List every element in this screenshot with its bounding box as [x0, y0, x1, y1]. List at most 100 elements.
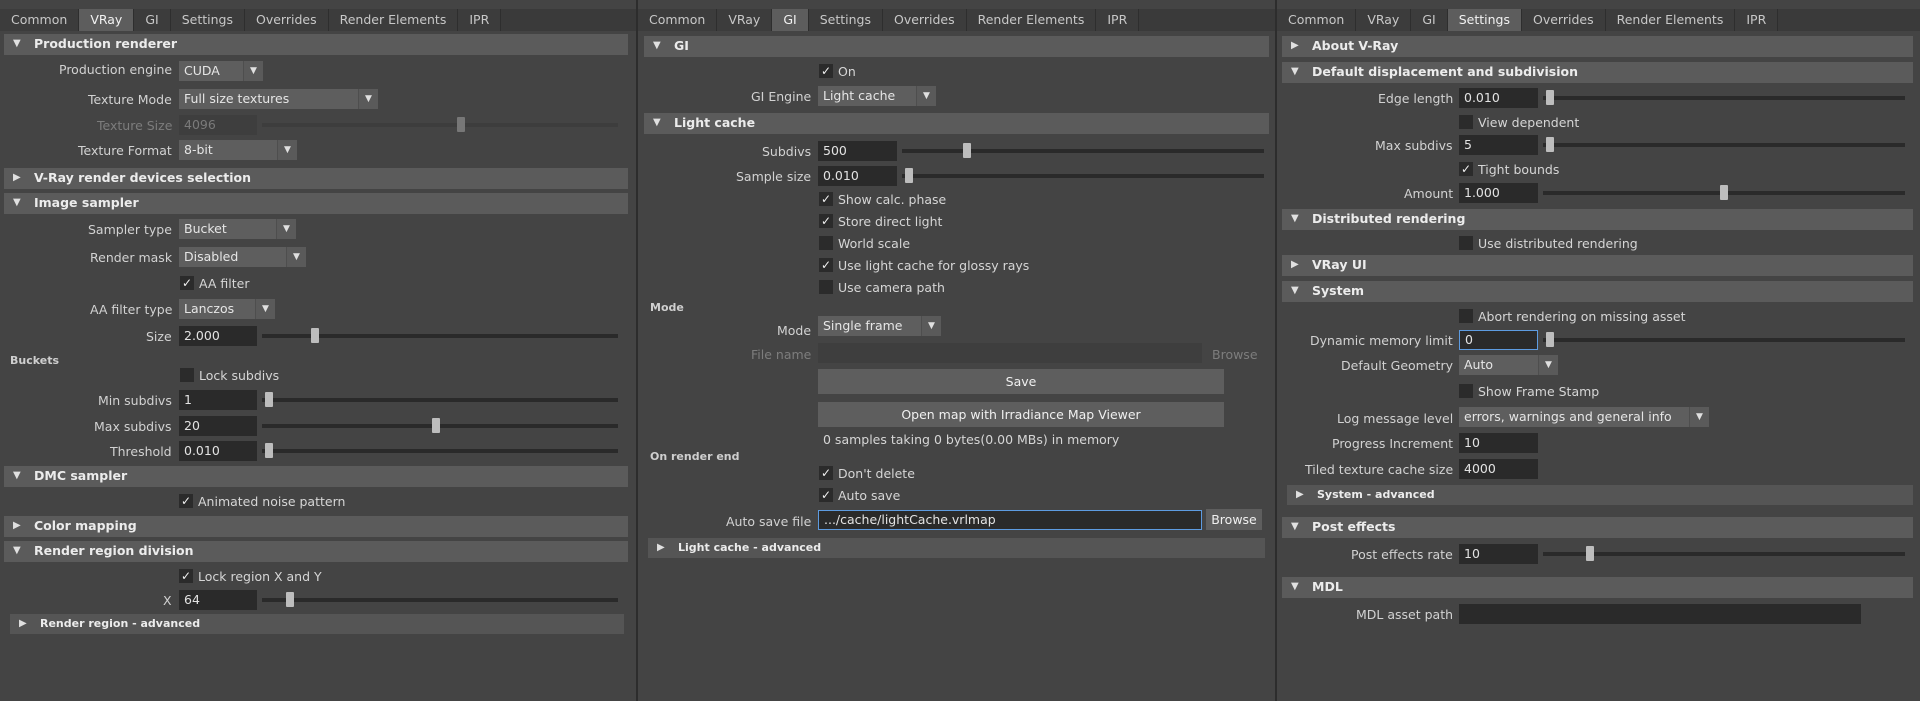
size-field[interactable]: 2.000: [179, 326, 257, 346]
amount-field[interactable]: 1.000: [1459, 183, 1538, 203]
mdl-asset-path-field[interactable]: [1459, 604, 1861, 624]
tab-gi[interactable]: GI: [134, 9, 171, 31]
edge-length-slider[interactable]: [1543, 90, 1905, 105]
x-slider[interactable]: [262, 592, 618, 607]
gi-engine-dropdown[interactable]: Light cache ▼: [818, 86, 936, 106]
section-mdl[interactable]: ▼ MDL: [1282, 577, 1913, 598]
save-button[interactable]: Save: [818, 369, 1224, 394]
texture-format-dropdown[interactable]: 8-bit ▼: [179, 140, 297, 160]
tab-gi[interactable]: GI: [1411, 9, 1448, 31]
section-image-sampler[interactable]: ▼ Image sampler: [4, 193, 628, 214]
slider-thumb[interactable]: [1546, 332, 1555, 347]
log-level-dropdown[interactable]: errors, warnings and general info ▼: [1459, 407, 1709, 427]
sampler-type-dropdown[interactable]: Bucket ▼: [179, 219, 296, 239]
tab-ipr[interactable]: IPR: [458, 9, 502, 31]
sample-size-slider[interactable]: [902, 168, 1264, 183]
tab-ipr[interactable]: IPR: [1096, 9, 1140, 31]
tab-overrides[interactable]: Overrides: [1522, 9, 1606, 31]
use-glossy-checkbox[interactable]: ✓: [819, 258, 833, 272]
section-vray-ui[interactable]: ▶ VRay UI: [1282, 255, 1913, 276]
edge-length-field[interactable]: 0.010: [1459, 88, 1538, 108]
slider-thumb[interactable]: [1720, 185, 1728, 200]
section-system-advanced[interactable]: ▶ System - advanced: [1287, 485, 1913, 505]
section-light-cache-advanced[interactable]: ▶ Light cache - advanced: [648, 538, 1265, 558]
dynamic-memory-field[interactable]: 0: [1459, 330, 1538, 350]
show-frame-stamp-checkbox[interactable]: [1459, 384, 1473, 398]
section-render-region-advanced[interactable]: ▶ Render region - advanced: [10, 614, 624, 634]
abort-missing-checkbox[interactable]: [1459, 309, 1473, 323]
lock-subdivs-checkbox[interactable]: [180, 368, 194, 382]
open-map-viewer-button[interactable]: Open map with Irradiance Map Viewer: [818, 402, 1224, 427]
section-system[interactable]: ▼ System: [1282, 281, 1913, 302]
default-geometry-dropdown[interactable]: Auto ▼: [1459, 355, 1558, 375]
min-subdivs-slider[interactable]: [262, 392, 618, 407]
slider-thumb[interactable]: [311, 328, 320, 343]
tab-render-elements[interactable]: Render Elements: [966, 9, 1097, 31]
tab-ipr[interactable]: IPR: [1735, 9, 1779, 31]
tab-settings[interactable]: Settings: [170, 9, 245, 31]
slider-thumb[interactable]: [963, 143, 972, 158]
dynamic-memory-slider[interactable]: [1543, 332, 1905, 347]
browse-button[interactable]: Browse: [1206, 509, 1262, 530]
slider-thumb[interactable]: [1546, 90, 1555, 105]
section-devices[interactable]: ▶ V-Ray render devices selection: [4, 168, 628, 189]
animated-noise-checkbox[interactable]: ✓: [179, 494, 193, 508]
tab-common[interactable]: Common: [0, 9, 80, 31]
max-subdivs-slider[interactable]: [1543, 137, 1905, 152]
max-subdivs-slider[interactable]: [262, 418, 618, 433]
gi-on-checkbox[interactable]: ✓: [819, 64, 833, 78]
slider-thumb[interactable]: [1546, 137, 1555, 152]
slider-thumb[interactable]: [457, 117, 466, 132]
section-dmc-sampler[interactable]: ▼ DMC sampler: [4, 466, 628, 487]
slider-thumb[interactable]: [905, 168, 914, 183]
file-name-field[interactable]: [818, 343, 1202, 363]
x-field[interactable]: 64: [179, 590, 257, 610]
production-engine-dropdown[interactable]: CUDA ▼: [179, 61, 263, 81]
auto-save-file-field[interactable]: .../cache/lightCache.vrlmap: [818, 510, 1202, 530]
tight-bounds-checkbox[interactable]: ✓: [1459, 162, 1473, 176]
slider-thumb[interactable]: [432, 418, 441, 433]
texture-size-field[interactable]: 4096: [179, 115, 257, 135]
tab-settings[interactable]: Settings: [808, 9, 883, 31]
slider-thumb[interactable]: [265, 392, 274, 407]
slider-thumb[interactable]: [265, 443, 274, 458]
tab-common[interactable]: Common: [1277, 9, 1357, 31]
aa-filter-type-dropdown[interactable]: Lanczos ▼: [179, 299, 275, 319]
slider-thumb[interactable]: [286, 592, 295, 607]
auto-save-checkbox[interactable]: ✓: [819, 488, 833, 502]
mode-dropdown[interactable]: Single frame ▼: [818, 316, 941, 336]
browse-disabled-button[interactable]: Browse: [1212, 347, 1258, 362]
threshold-slider[interactable]: [262, 443, 618, 458]
section-production-renderer[interactable]: ▼ Production renderer: [4, 34, 628, 55]
post-effects-rate-slider[interactable]: [1543, 546, 1905, 561]
threshold-field[interactable]: 0.010: [179, 441, 257, 461]
render-mask-dropdown[interactable]: Disabled ▼: [179, 247, 306, 267]
max-subdivs-field[interactable]: 5: [1459, 135, 1538, 155]
tab-gi[interactable]: GI: [772, 9, 809, 31]
section-default-displacement[interactable]: ▼ Default displacement and subdivision: [1282, 62, 1913, 83]
section-gi[interactable]: ▼ GI: [644, 36, 1269, 57]
subdivs-slider[interactable]: [902, 143, 1264, 158]
lock-region-checkbox[interactable]: ✓: [179, 569, 193, 583]
section-post-effects[interactable]: ▼ Post effects: [1282, 517, 1913, 538]
subdivs-field[interactable]: 500: [818, 141, 897, 161]
tab-settings[interactable]: Settings: [1447, 9, 1522, 31]
section-render-region-division[interactable]: ▼ Render region division: [4, 541, 628, 562]
section-light-cache[interactable]: ▼ Light cache: [644, 113, 1269, 134]
progress-increment-field[interactable]: 10: [1459, 433, 1538, 453]
use-distributed-checkbox[interactable]: [1459, 236, 1473, 250]
tab-render-elements[interactable]: Render Elements: [1605, 9, 1736, 31]
tiled-cache-field[interactable]: 4000: [1459, 459, 1538, 479]
section-about-vray[interactable]: ▶ About V-Ray: [1282, 36, 1913, 57]
post-effects-rate-field[interactable]: 10: [1459, 544, 1538, 564]
dont-delete-checkbox[interactable]: ✓: [819, 466, 833, 480]
section-color-mapping[interactable]: ▶ Color mapping: [4, 516, 628, 537]
tab-vray[interactable]: VRay: [79, 9, 135, 31]
tab-overrides[interactable]: Overrides: [883, 9, 967, 31]
tab-common[interactable]: Common: [638, 9, 718, 31]
use-camera-checkbox[interactable]: [819, 280, 833, 294]
max-subdivs-field[interactable]: 20: [179, 416, 257, 436]
tab-vray[interactable]: VRay: [717, 9, 773, 31]
min-subdivs-field[interactable]: 1: [179, 390, 257, 410]
section-distributed-rendering[interactable]: ▼ Distributed rendering: [1282, 209, 1913, 230]
